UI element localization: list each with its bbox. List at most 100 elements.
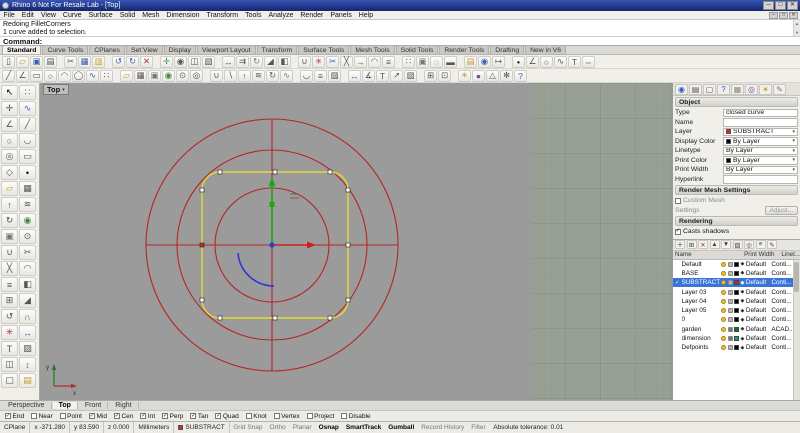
scroll-up-icon[interactable]: ▲ (795, 20, 799, 28)
trim-tool-icon[interactable]: ✂ (19, 245, 36, 260)
distance-icon[interactable]: ↦ (492, 56, 505, 68)
toolbar-tab-set-view[interactable]: Set View (126, 45, 163, 54)
view-settings-icon[interactable]: △ (486, 70, 499, 82)
osnap-mid[interactable]: ✓Mid (89, 413, 107, 420)
polyline-icon[interactable]: ∠ (526, 56, 539, 68)
osnap-project[interactable]: Project (307, 413, 335, 420)
sphere-tool-icon[interactable]: ◉ (19, 213, 36, 228)
line-tool-icon[interactable]: ╱ (19, 117, 36, 132)
layer-lock-icon[interactable] (728, 327, 733, 332)
object-section-header[interactable]: Object (675, 97, 798, 107)
rectangle-icon[interactable]: ▭ (30, 70, 43, 82)
layer-color-swatch[interactable] (734, 271, 739, 276)
layer-row-defpoints[interactable]: Defpoints◆DefaultConti... (673, 343, 800, 352)
dimension-tool-icon[interactable]: ↔ (19, 325, 36, 340)
custom-mesh-checkbox[interactable] (675, 198, 681, 204)
layer-material-icon[interactable]: ◆ (741, 336, 745, 342)
revolve-icon[interactable]: ↻ (266, 70, 279, 82)
osnap-vertex[interactable]: Vertex (274, 413, 300, 420)
maximize-button[interactable]: □ (775, 1, 786, 10)
toolbar-tab-new-in-v6[interactable]: New in V6 (525, 45, 566, 54)
casts-shadows-checkbox[interactable]: ✓ (675, 229, 681, 235)
menu-solid[interactable]: Solid (116, 12, 139, 19)
layer-visibility-icon[interactable] (721, 327, 726, 332)
viewport-tab-top[interactable]: Top (53, 402, 78, 409)
loft-icon[interactable]: ≋ (252, 70, 265, 82)
maximize-button[interactable]: □ (779, 12, 788, 19)
layer-material-icon[interactable]: ◆ (741, 289, 745, 295)
help-tab-icon[interactable]: ? (717, 84, 730, 95)
move-tool-icon[interactable]: ✛ (1, 101, 18, 116)
zoom-window-icon[interactable]: ◫ (188, 56, 201, 68)
curve-icon[interactable]: ∿ (554, 56, 567, 68)
layer-material-icon[interactable]: ◆ (741, 308, 745, 314)
layers-tab-icon[interactable]: ▤ (689, 84, 702, 95)
toolbar-tab-drafting[interactable]: Drafting (490, 45, 524, 54)
revolve-tool-icon[interactable]: ↻ (1, 213, 18, 228)
status-toggle-smarttrack[interactable]: SmartTrack (342, 424, 384, 431)
layer-material-icon[interactable]: ◆ (741, 326, 745, 332)
layer-color-swatch[interactable] (734, 280, 739, 285)
layer-color-swatch[interactable] (734, 336, 739, 341)
osnap-checkbox[interactable]: ✓ (162, 413, 168, 419)
layer-color-swatch[interactable] (734, 262, 739, 267)
hide-tool-icon[interactable]: ▢ (1, 373, 18, 388)
new-sublayer-icon[interactable]: ⊞ (687, 240, 697, 249)
toolbar-tab-transform[interactable]: Transform (257, 45, 298, 54)
scroll-down-icon[interactable]: ▼ (795, 29, 799, 37)
polyline-2-icon[interactable]: ∠ (16, 70, 29, 82)
layer-name[interactable]: dimension (682, 335, 720, 342)
surface-tool-icon[interactable]: ▱ (1, 181, 18, 196)
offset-surface-icon[interactable]: ≡ (314, 70, 327, 82)
rectangle-tool-icon[interactable]: ▭ (19, 149, 36, 164)
freeform-curve-icon[interactable]: ∿ (86, 70, 99, 82)
layer-name[interactable]: garden (682, 326, 720, 333)
surface-corner-icon[interactable]: ▦ (134, 70, 147, 82)
layer-linetype[interactable]: Conti... (771, 298, 792, 305)
layer-name[interactable]: Layer 03 (682, 289, 720, 296)
layers-scrollbar[interactable] (793, 260, 800, 401)
layer-material-icon[interactable]: ◆ (741, 317, 745, 323)
layer-print-width[interactable]: Default (746, 270, 770, 277)
adjust-button[interactable]: Adjust... (765, 206, 798, 215)
layer-name[interactable]: Default (682, 261, 720, 268)
layer-print-width[interactable]: Default (746, 344, 770, 351)
property-value-layer[interactable]: SUBSTRACT▾ (723, 128, 798, 137)
select-points-icon[interactable]: ∷ (19, 85, 36, 100)
extrude-tool-icon[interactable]: ↑ (1, 197, 18, 212)
current-layer-indicator[interactable]: SUBSTRACT (174, 422, 229, 433)
array-tool-icon[interactable]: ⊞ (1, 293, 18, 308)
filter-layers-icon[interactable]: ▧ (733, 240, 743, 249)
layer-lock-icon[interactable] (728, 336, 733, 341)
status-toggle-grid-snap[interactable]: Grid Snap (230, 424, 266, 431)
new-layer-icon[interactable]: ✛ (675, 240, 685, 249)
layer-linetype[interactable]: Conti... (771, 307, 792, 314)
layer-color-swatch[interactable] (734, 290, 739, 295)
menu-help[interactable]: Help (355, 12, 376, 19)
layer-name[interactable]: SUBSTRACT (682, 279, 720, 286)
sun-tab-icon[interactable]: ☀ (759, 84, 772, 95)
layer-name[interactable]: 0 (682, 316, 720, 323)
undo-icon[interactable]: ↺ (112, 56, 125, 68)
mesh-object-icon[interactable]: ▨ (328, 70, 341, 82)
ellipse-icon[interactable]: ◯ (72, 70, 85, 82)
toolbar-tab-display[interactable]: Display (164, 45, 196, 54)
paste-icon[interactable]: ▥ (92, 56, 105, 68)
menu-transform[interactable]: Transform (203, 12, 242, 19)
layer-visibility-icon[interactable] (721, 299, 726, 304)
property-value-display-color[interactable]: By Layer▾ (723, 137, 798, 146)
command-history[interactable]: Redoing FilletCorners1 curve added to se… (0, 20, 800, 37)
pipe-icon[interactable]: ◎ (190, 70, 203, 82)
line-icon[interactable]: ╱ (2, 70, 15, 82)
layer-linetype[interactable]: Conti... (771, 344, 792, 351)
hatch-tool-icon[interactable]: ▨ (19, 341, 36, 356)
layer-lock-icon[interactable] (728, 262, 733, 267)
point-icon[interactable]: • (512, 56, 525, 68)
menu-tools[interactable]: Tools (242, 12, 265, 19)
scale-tool-icon[interactable]: ◢ (19, 293, 36, 308)
help-icon[interactable]: ? (514, 70, 527, 82)
circle-2-icon[interactable]: ○ (44, 70, 57, 82)
status-toggle-filter[interactable]: Filter (468, 424, 489, 431)
top-viewport[interactable]: Top ▾ (40, 83, 672, 400)
property-value-type[interactable]: closed curve (723, 109, 798, 118)
